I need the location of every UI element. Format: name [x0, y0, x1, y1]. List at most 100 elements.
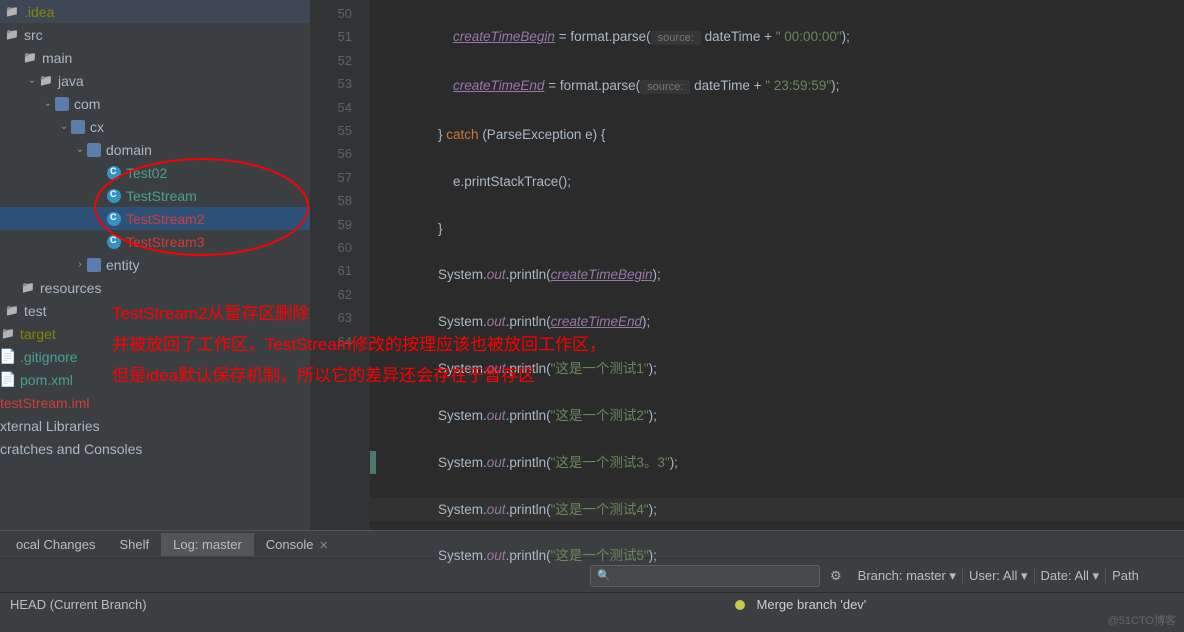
- tree-item-pom[interactable]: 📄pom.xml: [0, 368, 310, 391]
- tab-label: Console: [266, 537, 314, 552]
- tab-console[interactable]: Console ✕: [254, 533, 341, 556]
- tree-item-test[interactable]: test: [0, 299, 310, 322]
- class-icon: [106, 165, 122, 181]
- code-token: createTimeBegin: [551, 267, 653, 282]
- folder-icon: [0, 326, 16, 342]
- folder-icon: [4, 303, 20, 319]
- code-token: "这是一个测试1": [551, 361, 649, 376]
- tree-item-com[interactable]: ⌄com: [0, 92, 310, 115]
- line-num: 50: [310, 2, 352, 25]
- file-icon: 📄: [0, 349, 16, 365]
- line-num: 54: [310, 96, 352, 119]
- tree-item-extlib[interactable]: xternal Libraries: [0, 414, 310, 437]
- package-icon: [86, 142, 102, 158]
- tab-log[interactable]: Log: master: [161, 533, 254, 556]
- tree-label: target: [20, 326, 56, 342]
- param-hint: source:: [640, 80, 690, 94]
- tree-label: .gitignore: [20, 349, 78, 365]
- chevron-down-icon: ⌄: [74, 144, 86, 155]
- chevron-down-icon: ⌄: [26, 75, 38, 86]
- tree-item-src[interactable]: src: [0, 23, 310, 46]
- code-token: createTimeEnd: [551, 314, 642, 329]
- tree-item-java[interactable]: ⌄ java: [0, 69, 310, 92]
- tree-item-test02[interactable]: Test02: [0, 161, 310, 184]
- tree-label: Test02: [126, 165, 167, 181]
- code-token: System.: [438, 548, 487, 563]
- code-token: out: [487, 361, 506, 376]
- code-token: System.: [438, 455, 487, 470]
- code-token: System.: [438, 502, 487, 517]
- tree-label: .idea: [24, 4, 54, 20]
- tree-label: src: [24, 27, 43, 43]
- tree-label: test: [24, 303, 47, 319]
- code-token: );: [642, 314, 650, 329]
- code-token: = format.parse(: [544, 78, 640, 93]
- code-token: (ParseException e) {: [482, 127, 605, 142]
- tree-item-iml[interactable]: testStream.iml: [0, 391, 310, 414]
- code-token: " 00:00:00": [776, 29, 842, 44]
- code-token: "这是一个测试2": [551, 408, 649, 423]
- code-token: out: [487, 548, 506, 563]
- tree-label: main: [42, 50, 72, 66]
- project-tree[interactable]: .idea src main ⌄ java ⌄com ⌄ cx ⌄domain Te…: [0, 0, 310, 530]
- close-icon[interactable]: ✕: [319, 540, 328, 552]
- code-token: createTimeBegin: [453, 29, 555, 44]
- tree-item-idea[interactable]: .idea: [0, 0, 310, 23]
- vcs-marker[interactable]: [370, 451, 376, 474]
- code-token: System.: [438, 408, 487, 423]
- tree-item-scratch[interactable]: cratches and Consoles: [0, 437, 310, 460]
- tree-item-gitignore[interactable]: 📄.gitignore: [0, 345, 310, 368]
- tree-item-teststream2[interactable]: TestStream2: [0, 207, 310, 230]
- code-token: out: [487, 455, 506, 470]
- line-num: 61: [310, 259, 352, 282]
- tab-local-changes[interactable]: ocal Changes: [4, 533, 108, 556]
- tree-item-target[interactable]: target: [0, 322, 310, 345]
- code-token: );: [670, 455, 678, 470]
- tree-label: TestStream2: [126, 211, 205, 227]
- code-editor[interactable]: 50 51 52 53 54 55 56 57 58 59 60 61 62 6…: [310, 0, 1184, 530]
- tree-item-teststream3[interactable]: TestStream3: [0, 230, 310, 253]
- code-token: System.: [438, 314, 487, 329]
- tree-item-main[interactable]: main: [0, 46, 310, 69]
- code-token: .println(: [506, 408, 551, 423]
- folder-icon: [20, 280, 36, 296]
- chevron-down-icon: ⌄: [42, 98, 54, 109]
- code-token: .println(: [506, 502, 551, 517]
- chevron-down-icon: ⌄: [58, 121, 70, 132]
- line-num: 56: [310, 142, 352, 165]
- folder-icon: [38, 73, 54, 89]
- line-num: 64: [310, 330, 352, 353]
- line-num: 55: [310, 119, 352, 142]
- code-token: .println(: [506, 314, 551, 329]
- code-token: out: [487, 314, 506, 329]
- line-num: 63: [310, 306, 352, 329]
- tree-item-teststream[interactable]: TestStream: [0, 184, 310, 207]
- branch-head-label: HEAD (Current Branch): [8, 597, 147, 612]
- code-area[interactable]: createTimeBegin = format.parse( source: …: [370, 0, 1184, 530]
- tab-shelf[interactable]: Shelf: [108, 533, 162, 556]
- code-token: = format.parse(: [555, 29, 651, 44]
- class-icon: [106, 234, 122, 250]
- code-token: System.: [438, 267, 487, 282]
- tree-label: resources: [40, 280, 101, 296]
- class-icon: [106, 188, 122, 204]
- tree-label: pom.xml: [20, 372, 73, 388]
- tree-item-resources[interactable]: resources: [0, 276, 310, 299]
- tree-label: java: [58, 73, 84, 89]
- tree-item-domain[interactable]: ⌄domain: [0, 138, 310, 161]
- code-token: "这是一个测试3。3": [551, 455, 670, 470]
- line-num: 58: [310, 189, 352, 212]
- watermark: @51CTO博客: [1108, 612, 1176, 628]
- tree-item-entity[interactable]: ›entity: [0, 253, 310, 276]
- line-num: 52: [310, 49, 352, 72]
- tree-item-cx[interactable]: ⌄ cx: [0, 115, 310, 138]
- tree-label: TestStream3: [126, 234, 205, 250]
- tree-label: cx: [90, 119, 104, 135]
- folder-icon: [22, 50, 38, 66]
- code-token: " 23:59:59": [765, 78, 831, 93]
- line-num: 62: [310, 283, 352, 306]
- code-token: out: [487, 502, 506, 517]
- tree-label: TestStream: [126, 188, 197, 204]
- code-token: "这是一个测试4": [551, 502, 649, 517]
- code-token: );: [842, 29, 850, 44]
